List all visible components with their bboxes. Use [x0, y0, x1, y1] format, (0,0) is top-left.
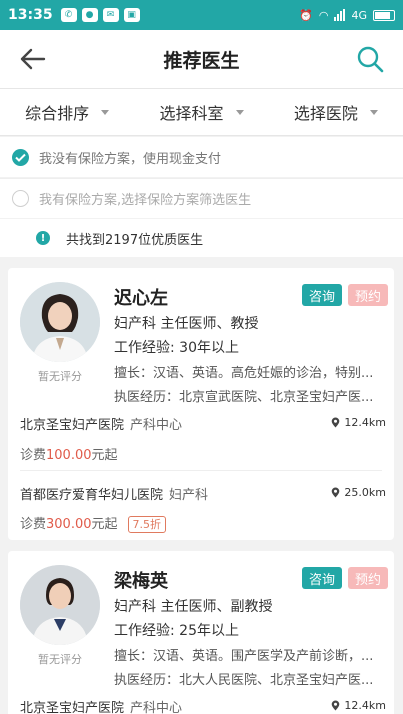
distance-text: 12.4km: [344, 416, 386, 429]
fee: 诊费100.00元起: [20, 444, 118, 463]
hospital-name[interactable]: 北京圣宝妇产医院 产科中心: [20, 697, 182, 714]
hospital-name[interactable]: 首都医疗爱育华妇儿医院 妇产科: [20, 484, 208, 503]
filter-sort[interactable]: 综合排序: [0, 89, 134, 135]
signal-icon: [334, 9, 346, 21]
doctor-name: 迟心左: [114, 288, 168, 309]
filter-department[interactable]: 选择科室: [134, 89, 268, 135]
alarm-icon: ⏰: [299, 8, 313, 22]
status-bar: 13:35 ✆ ● ✉ ▣ ⏰ ◠ 4G: [0, 0, 403, 30]
search-icon[interactable]: [355, 44, 385, 74]
hospital-dept: 产科中心: [130, 418, 183, 433]
hospital-dept: 产科中心: [130, 701, 183, 714]
battery-icon: [373, 9, 395, 21]
caret-down-icon: [101, 109, 110, 115]
doctor-specialty: 擅长：汉语、英语。围产医学及产前诊断，...: [114, 649, 374, 664]
result-count: ! 共找到2197位优质医生: [0, 219, 403, 257]
result-count-text: 共找到2197位优质医生: [66, 232, 204, 248]
book-button[interactable]: 预约: [348, 284, 388, 306]
location-pin-icon: [332, 417, 340, 428]
doctor-experience: 工作经验: 25年以上: [114, 623, 239, 639]
consult-button[interactable]: 咨询: [302, 284, 342, 306]
wechat-icon: ✆: [60, 8, 77, 22]
fee-prefix: 诊费: [20, 517, 47, 532]
payment-option-insurance[interactable]: 我有保险方案,选择保险方案筛选医生: [0, 178, 403, 218]
avatar: [20, 565, 100, 645]
payment-option-cash-label: 我没有保险方案，使用现金支付: [39, 151, 222, 167]
unchecked-radio-icon[interactable]: [12, 190, 29, 207]
avatar: [20, 282, 100, 362]
wifi-icon: ◠: [318, 8, 329, 22]
doctor-title: 妇产科 主任医师、教授: [114, 316, 259, 332]
filter-bar: 综合排序 选择科室 选择医院: [0, 88, 403, 136]
app-header: 推荐医生: [0, 30, 403, 88]
hospital-name-text: 北京圣宝妇产医院: [20, 418, 125, 433]
hospital-name-text: 北京圣宝妇产医院: [20, 701, 125, 714]
rating-text: 暂无评分: [38, 653, 82, 666]
filter-sort-label: 综合排序: [25, 104, 90, 123]
payment-option-insurance-label: 我有保险方案,选择保险方案筛选医生: [39, 193, 252, 208]
caret-down-icon: [235, 109, 244, 115]
location-pin-icon: [332, 487, 340, 498]
status-time: 13:35: [8, 7, 53, 23]
payment-option-cash[interactable]: 我没有保险方案，使用现金支付: [0, 137, 403, 177]
distance-text: 25.0km: [344, 486, 386, 499]
consult-button[interactable]: 咨询: [302, 567, 342, 589]
chat-icon: ●: [81, 8, 98, 22]
filter-hospital[interactable]: 选择医院: [269, 89, 403, 135]
fee-prefix: 诊费: [20, 448, 47, 463]
doctor-history: 执医经历：北大人民医院、北京圣宝妇产医...: [114, 673, 374, 688]
page-title: 推荐医生: [163, 49, 240, 72]
doctor-card[interactable]: 暂无评分 梁梅英 咨询 预约 妇产科 主任医师、副教授 工作经验: 25年以上 …: [8, 551, 394, 714]
arrow-left-icon[interactable]: [18, 45, 48, 73]
doctor-experience: 工作经验: 30年以上: [114, 340, 239, 356]
app-icon: ▣: [123, 8, 140, 22]
doctor-specialty: 擅长：汉语、英语。高危妊娠的诊治，特别...: [114, 366, 374, 381]
fee-suffix: 元起: [91, 517, 118, 532]
fee-suffix: 元起: [91, 448, 118, 463]
fee: 诊费300.00元起 7.5折: [20, 513, 167, 533]
fee-amount: 300.00: [46, 517, 92, 532]
location-pin-icon: [332, 700, 340, 711]
doctor-card[interactable]: 暂无评分 迟心左 咨询 预约 妇产科 主任医师、教授 工作经验: 30年以上 擅…: [8, 268, 394, 540]
hospital-name-text: 首都医疗爱育华妇儿医院: [20, 488, 164, 503]
discount-badge: 7.5折: [127, 516, 167, 533]
distance-text: 12.4km: [344, 699, 386, 712]
network-type: 4G: [351, 8, 367, 22]
checked-radio-icon[interactable]: [12, 148, 29, 166]
doctor-title: 妇产科 主任医师、副教授: [114, 599, 273, 615]
book-button[interactable]: 预约: [348, 567, 388, 589]
rating-text: 暂无评分: [38, 370, 82, 383]
hospital-distance: 12.4km: [331, 699, 386, 712]
mail-icon: ✉: [102, 8, 119, 22]
fee-amount: 100.00: [46, 448, 92, 463]
hospital-distance: 25.0km: [331, 486, 386, 499]
filter-hospital-label: 选择医院: [293, 104, 358, 123]
divider: [20, 470, 382, 471]
hospital-name[interactable]: 北京圣宝妇产医院 产科中心: [20, 414, 182, 433]
info-icon: !: [36, 231, 50, 245]
hospital-distance: 12.4km: [331, 416, 386, 429]
filter-department-label: 选择科室: [159, 104, 224, 123]
doctor-name: 梁梅英: [114, 571, 168, 592]
caret-down-icon: [369, 109, 378, 115]
doctor-history: 执医经历：北京宣武医院、北京圣宝妇产医...: [114, 390, 374, 405]
hospital-dept: 妇产科: [169, 488, 209, 503]
